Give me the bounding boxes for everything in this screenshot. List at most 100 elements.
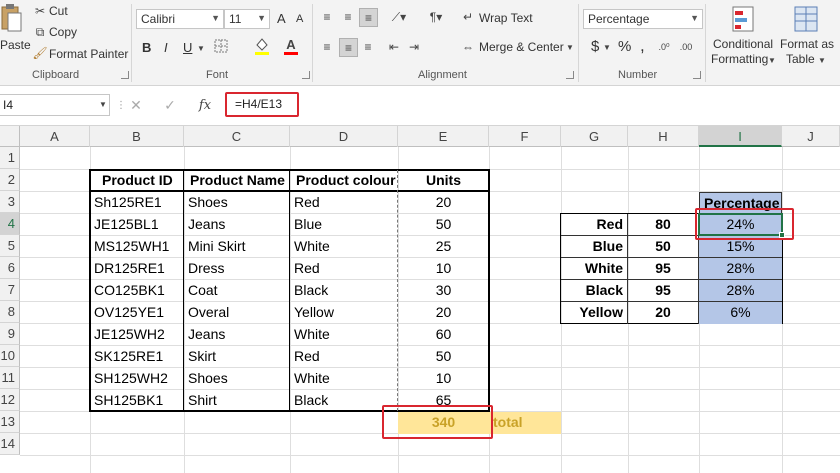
conditional-formatting-icon[interactable] xyxy=(730,4,756,34)
underline-button[interactable]: U xyxy=(183,40,192,55)
column-header-i[interactable]: I xyxy=(699,126,782,147)
summary-colour-label[interactable]: Black xyxy=(561,280,628,302)
merge-center-button[interactable]: Merge & Center xyxy=(479,40,564,54)
chevron-down-icon[interactable]: ▼ xyxy=(768,55,776,65)
wrap-text-button[interactable]: Wrap Text xyxy=(479,11,533,25)
row-header-9[interactable]: 9 xyxy=(0,323,20,345)
gridline xyxy=(20,455,840,456)
row-header-3[interactable]: 3 xyxy=(0,191,20,213)
total-label-cell[interactable]: total xyxy=(489,412,561,434)
summary-count[interactable]: 95 xyxy=(628,280,699,302)
insert-function-icon[interactable]: fx xyxy=(196,96,214,114)
row-header-11[interactable]: 11 xyxy=(0,367,20,389)
comma-button[interactable]: , xyxy=(640,36,645,56)
cut-button[interactable]: Cut xyxy=(49,4,68,18)
format-as-table-button[interactable]: Format as xyxy=(780,37,834,51)
conditional-formatting-button-line2[interactable]: Formatting xyxy=(711,52,768,66)
enter-icon[interactable]: ✓ xyxy=(162,96,178,114)
number-format-select[interactable]: Percentage ▼ xyxy=(583,9,703,29)
orientation-icon[interactable]: ⟋▾ xyxy=(387,8,411,26)
format-as-table-icon[interactable] xyxy=(792,4,820,34)
summary-count[interactable]: 50 xyxy=(628,236,699,258)
row-header-13[interactable]: 13 xyxy=(0,411,20,433)
italic-button[interactable]: I xyxy=(164,40,168,55)
more-options-icon[interactable]: ⋮ xyxy=(116,98,126,112)
separator xyxy=(131,4,132,82)
column-header-e[interactable]: E xyxy=(398,126,489,147)
font-size-select[interactable]: 11 ▼ xyxy=(224,9,270,29)
wrap-text-icon[interactable]: ↵ xyxy=(459,8,477,26)
percent-button[interactable]: % xyxy=(618,38,631,55)
row-header-7[interactable]: 7 xyxy=(0,279,20,301)
select-all-corner[interactable] xyxy=(0,126,20,147)
summary-percentage[interactable]: 28% xyxy=(699,258,782,280)
summary-count[interactable]: 95 xyxy=(628,258,699,280)
name-box[interactable]: I4 xyxy=(0,94,110,116)
increase-indent-icon[interactable]: ⇥ xyxy=(405,38,423,56)
row-header-12[interactable]: 12 xyxy=(0,389,20,411)
grow-font-button[interactable]: A xyxy=(277,11,286,26)
row-header-10[interactable]: 10 xyxy=(0,345,20,367)
conditional-formatting-button[interactable]: Conditional xyxy=(713,37,773,51)
separator xyxy=(578,4,579,82)
alignment-launcher-icon[interactable] xyxy=(566,71,574,79)
font-launcher-icon[interactable] xyxy=(302,71,310,79)
text-direction-icon[interactable]: ¶▾ xyxy=(424,8,448,26)
decrease-decimal-icon[interactable]: .00 xyxy=(676,38,696,56)
bold-button[interactable]: B xyxy=(142,40,151,55)
cancel-icon[interactable]: ✕ xyxy=(128,96,144,114)
row-header-8[interactable]: 8 xyxy=(0,301,20,323)
summary-count[interactable]: 80 xyxy=(628,214,699,236)
summary-percentage[interactable]: 6% xyxy=(699,302,782,324)
top-align-icon[interactable]: ≡ xyxy=(318,8,336,26)
column-header-a[interactable]: A xyxy=(20,126,90,147)
chevron-down-icon[interactable]: ▼ xyxy=(818,55,826,65)
chevron-down-icon[interactable]: ▼ xyxy=(566,42,574,52)
currency-button[interactable]: $ xyxy=(591,38,599,55)
increase-decimal-icon[interactable]: .0⁰ xyxy=(654,38,674,56)
column-header-c[interactable]: C xyxy=(184,126,290,147)
chevron-down-icon[interactable]: ▼ xyxy=(197,43,205,53)
summary-colour-label[interactable]: White xyxy=(561,258,628,280)
column-header-j[interactable]: J xyxy=(782,126,840,147)
row-header-2[interactable]: 2 xyxy=(0,169,20,191)
chevron-down-icon[interactable]: ▼ xyxy=(603,42,611,52)
copy-button[interactable]: Copy xyxy=(49,25,77,39)
middle-align-icon[interactable]: ≡ xyxy=(339,8,357,26)
bottom-align-icon[interactable]: ≡ xyxy=(359,8,378,27)
column-header-h[interactable]: H xyxy=(628,126,699,147)
formula-input[interactable]: =H4/E13 xyxy=(225,92,299,117)
summary-colour-label[interactable]: Blue xyxy=(561,236,628,258)
column-header-g[interactable]: G xyxy=(561,126,628,147)
column-header-f[interactable]: F xyxy=(489,126,561,147)
decrease-indent-icon[interactable]: ⇤ xyxy=(385,38,403,56)
format-painter-button[interactable]: Format Painter xyxy=(49,47,128,61)
fill-color-icon[interactable] xyxy=(253,36,271,56)
clipboard-launcher-icon[interactable] xyxy=(121,71,129,79)
borders-icon[interactable] xyxy=(213,38,229,54)
row-header-4[interactable]: 4 xyxy=(0,213,20,235)
font-color-icon[interactable]: A xyxy=(283,36,299,56)
spreadsheet-grid[interactable]: A B C D E F G H I J 1 2 3 4 5 6 7 8 9 10… xyxy=(0,126,840,473)
chevron-down-icon[interactable]: ▼ xyxy=(99,99,107,109)
paste-icon[interactable] xyxy=(0,2,22,36)
shrink-font-button[interactable]: A xyxy=(296,13,303,25)
summary-percentage[interactable]: 28% xyxy=(699,280,782,302)
left-align-icon[interactable]: ≡ xyxy=(318,38,336,56)
column-header-d[interactable]: D xyxy=(290,126,398,147)
column-header-b[interactable]: B xyxy=(90,126,184,147)
row-header-1[interactable]: 1 xyxy=(0,147,20,169)
summary-colour-label[interactable]: Yellow xyxy=(561,302,628,324)
merge-center-icon[interactable]: ⇔ xyxy=(459,38,477,56)
row-header-5[interactable]: 5 xyxy=(0,235,20,257)
format-as-table-button-line2[interactable]: Table xyxy=(786,52,815,66)
summary-colour-label[interactable]: Red xyxy=(561,214,628,236)
font-family-select[interactable]: Calibri ▼ xyxy=(136,9,224,29)
summary-count[interactable]: 20 xyxy=(628,302,699,324)
row-header-6[interactable]: 6 xyxy=(0,257,20,279)
paste-button[interactable]: Paste xyxy=(0,38,31,52)
row-header-14[interactable]: 14 xyxy=(0,433,20,455)
right-align-icon[interactable]: ≡ xyxy=(359,38,377,56)
number-launcher-icon[interactable] xyxy=(693,71,701,79)
center-align-icon[interactable]: ≡ xyxy=(339,38,358,57)
